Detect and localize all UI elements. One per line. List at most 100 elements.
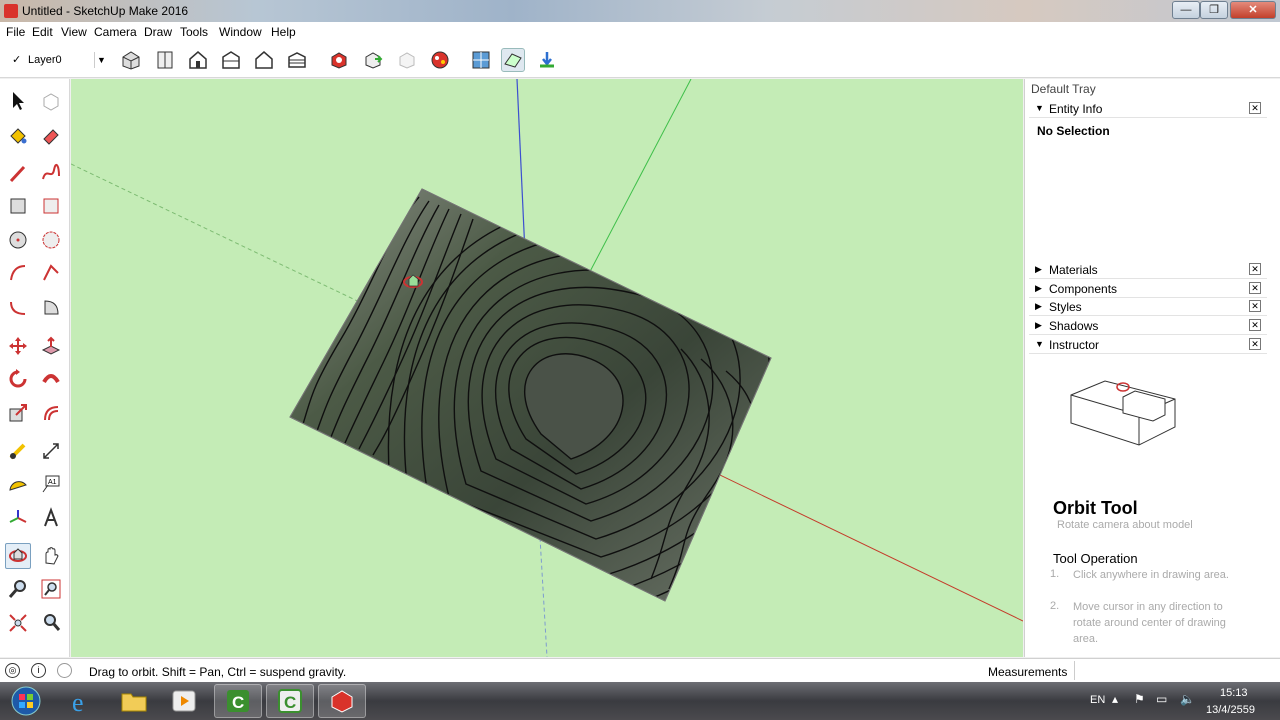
taskbar-ie[interactable]: e (58, 684, 106, 718)
eraser-icon[interactable] (38, 122, 64, 148)
menu-view[interactable]: View (61, 25, 87, 39)
tape-measure-icon[interactable] (5, 438, 31, 464)
scale-icon[interactable] (5, 400, 31, 426)
dimension-icon[interactable] (38, 438, 64, 464)
menu-draw[interactable]: Draw (144, 25, 172, 39)
close-panel-icon[interactable]: ✕ (1249, 319, 1261, 331)
axes-icon[interactable] (5, 505, 31, 531)
line-icon[interactable] (5, 160, 31, 186)
close-panel-icon[interactable]: ✕ (1249, 282, 1261, 294)
zoom-icon[interactable] (5, 576, 31, 602)
menu-help[interactable]: Help (271, 25, 296, 39)
clock-date[interactable]: 13/4/2559 (1206, 704, 1255, 716)
start-button[interactable] (2, 684, 50, 718)
polygon-icon[interactable] (38, 227, 64, 253)
flag-icon[interactable]: ⚑ (1134, 692, 1145, 706)
three-point-arc-icon[interactable] (5, 294, 31, 320)
zoom-extents-icon[interactable] (5, 610, 31, 636)
collapse-triangle-icon: ▼ (1035, 103, 1044, 113)
close-panel-icon[interactable]: ✕ (1249, 300, 1261, 312)
share-model-icon[interactable] (361, 48, 385, 72)
layer-dropdown[interactable]: ✓ Layer0 ▼ (4, 51, 106, 69)
offset-icon[interactable] (38, 400, 64, 426)
follow-me-icon[interactable] (38, 366, 64, 392)
move-icon[interactable] (5, 333, 31, 359)
close-panel-icon[interactable]: ✕ (1249, 263, 1261, 275)
right-view-icon[interactable] (219, 48, 243, 72)
show-hidden-icons-icon[interactable]: ▴ (1112, 692, 1118, 706)
taskbar-sketchup[interactable] (318, 684, 366, 718)
top-view-icon[interactable] (153, 48, 177, 72)
freehand-icon[interactable] (38, 160, 64, 186)
taskbar-media[interactable] (160, 684, 208, 718)
menu-edit[interactable]: Edit (32, 25, 53, 39)
menu-window[interactable]: Window (219, 25, 262, 39)
network-icon[interactable]: ▭ (1156, 692, 1167, 706)
rectangle-icon[interactable] (5, 193, 31, 219)
rotate-icon[interactable] (5, 366, 31, 392)
menu-file[interactable]: File (6, 25, 25, 39)
measurements-input[interactable] (1074, 661, 1274, 680)
warehouse-icon[interactable] (327, 48, 351, 72)
menu-tools[interactable]: Tools (180, 25, 208, 39)
two-point-arc-icon[interactable] (38, 260, 64, 286)
geo-location-icon[interactable]: ◎ (5, 663, 20, 678)
iso-view-icon[interactable] (119, 48, 143, 72)
pan-icon[interactable] (38, 543, 64, 569)
volume-icon[interactable]: 🔈 (1180, 692, 1195, 706)
photo-textures-icon[interactable] (535, 48, 559, 72)
taskbar-camtasia[interactable]: C (266, 684, 314, 718)
drawing-viewport[interactable] (71, 79, 1023, 657)
taskbar-explorer[interactable] (110, 684, 158, 718)
rotated-rectangle-icon[interactable] (38, 193, 64, 219)
previous-view-icon[interactable] (38, 610, 64, 636)
model-canvas[interactable] (71, 79, 1023, 657)
make-component-icon[interactable] (38, 88, 64, 114)
paint-bucket-icon[interactable] (5, 122, 31, 148)
front-view-icon[interactable] (186, 48, 210, 72)
close-button[interactable]: ✕ (1230, 1, 1276, 19)
window-title: Untitled - SketchUp Make 2016 (22, 4, 189, 18)
toggle-terrain-icon[interactable] (501, 48, 525, 72)
zoom-window-icon[interactable] (38, 576, 64, 602)
extension-warehouse-icon[interactable] (428, 48, 452, 72)
materials-header[interactable]: ▶ Materials ✕ (1029, 261, 1267, 279)
styles-header[interactable]: ▶ Styles ✕ (1029, 298, 1267, 316)
arc-icon[interactable] (5, 260, 31, 286)
3d-text-icon[interactable] (38, 505, 64, 531)
pie-icon[interactable] (38, 294, 64, 320)
instructor-op-title: Tool Operation (1053, 551, 1138, 566)
shadows-label: Shadows (1049, 319, 1099, 333)
close-panel-icon[interactable]: ✕ (1249, 102, 1261, 114)
text-tool-icon[interactable]: A1 (38, 471, 64, 497)
left-view-icon[interactable] (285, 48, 309, 72)
back-view-icon[interactable] (252, 48, 276, 72)
expand-triangle-icon: ▶ (1035, 301, 1042, 311)
clock-time[interactable]: 15:13 (1220, 687, 1248, 699)
user-icon[interactable] (57, 663, 72, 678)
taskbar-camtasia-recorder[interactable]: C (214, 684, 262, 718)
share-component-icon[interactable] (395, 48, 419, 72)
orbit-icon[interactable] (5, 543, 31, 569)
maximize-button[interactable]: ❐ (1200, 1, 1228, 19)
status-text: Drag to orbit. Shift = Pan, Ctrl = suspe… (89, 665, 347, 679)
default-tray: Default Tray ▼ Entity Info ✕ No Selectio… (1024, 79, 1280, 657)
select-icon[interactable] (5, 88, 31, 114)
credits-icon[interactable]: i (31, 663, 46, 678)
close-panel-icon[interactable]: ✕ (1249, 338, 1261, 350)
terrain-image[interactable] (289, 188, 861, 611)
instructor-header[interactable]: ▼ Instructor ✕ (1029, 336, 1267, 354)
add-location-icon[interactable] (469, 48, 493, 72)
menu-camera[interactable]: Camera (94, 25, 137, 39)
minimize-button[interactable]: — (1172, 1, 1200, 19)
shadows-header[interactable]: ▶ Shadows ✕ (1029, 317, 1267, 335)
circle-icon[interactable] (5, 227, 31, 253)
dropdown-arrow-icon[interactable]: ▼ (94, 52, 108, 68)
input-language[interactable]: EN (1090, 694, 1105, 706)
push-pull-icon[interactable] (38, 333, 64, 359)
entity-info-header[interactable]: ▼ Entity Info ✕ (1029, 100, 1267, 118)
protractor-icon[interactable] (5, 471, 31, 497)
components-header[interactable]: ▶ Components ✕ (1029, 280, 1267, 298)
folder-icon (121, 693, 147, 712)
sketchup-taskbar-icon (331, 690, 353, 713)
